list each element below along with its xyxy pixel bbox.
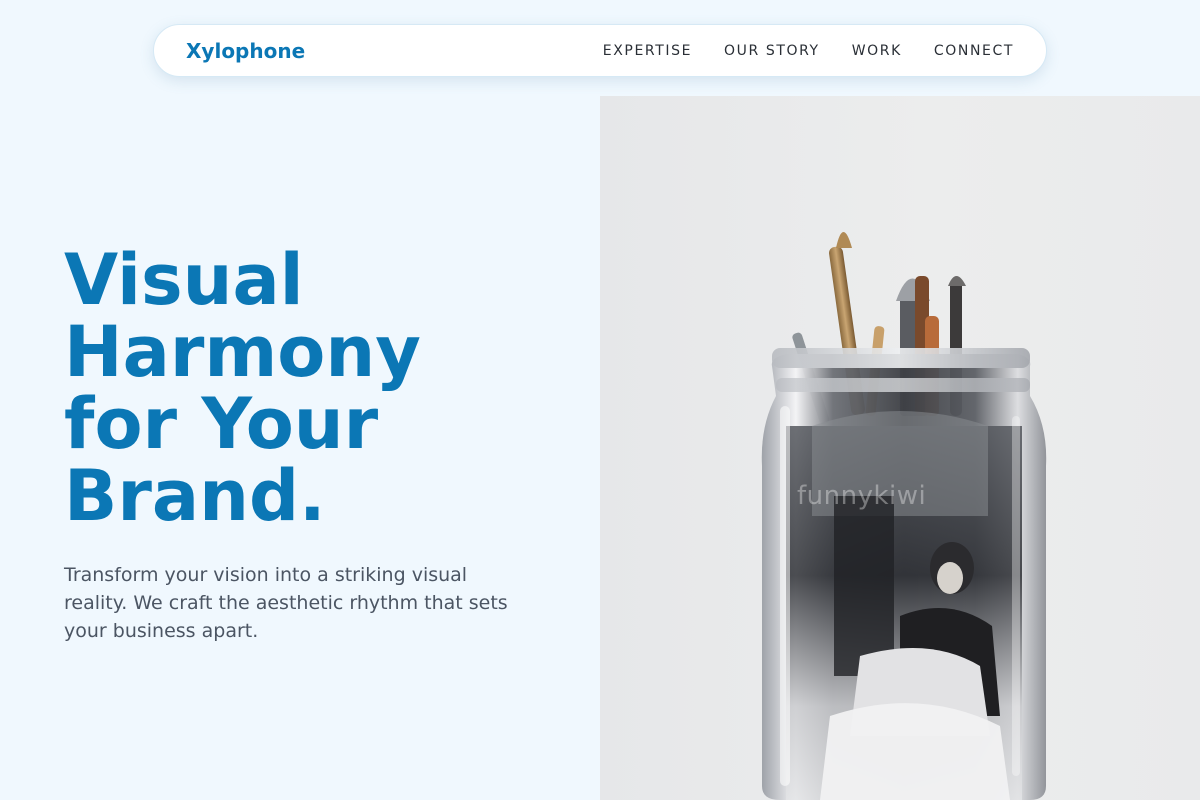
nav-links: EXPERTISE OUR STORY WORK CONNECT: [603, 43, 1014, 59]
hero-title: Visual Harmony for Your Brand.: [64, 244, 564, 532]
brand-logo-link[interactable]: Xylophone: [186, 39, 305, 63]
nav-link-expertise[interactable]: EXPERTISE: [603, 43, 692, 59]
landing-page: Xylophone EXPERTISE OUR STORY WORK CONNE…: [0, 0, 1200, 800]
hero-title-line: Brand.: [64, 455, 326, 537]
nav-link-our-story[interactable]: OUR STORY: [724, 43, 820, 59]
hero-title-line: Harmony: [64, 311, 421, 393]
hero-subtitle: Transform your vision into a striking vi…: [64, 564, 508, 642]
top-navbar: Xylophone EXPERTISE OUR STORY WORK CONNE…: [153, 24, 1047, 77]
nav-link-connect[interactable]: CONNECT: [934, 43, 1014, 59]
image-watermark: funnykiwi: [797, 481, 927, 511]
hero-image: funnykiwi: [600, 96, 1200, 800]
hero-title-line: Visual: [64, 239, 304, 321]
hero-title-line: for Your: [64, 383, 379, 465]
glass-jar: [761, 348, 1047, 800]
nav-link-work[interactable]: WORK: [852, 43, 902, 59]
jar-of-brushes-illustration: [761, 232, 1047, 800]
